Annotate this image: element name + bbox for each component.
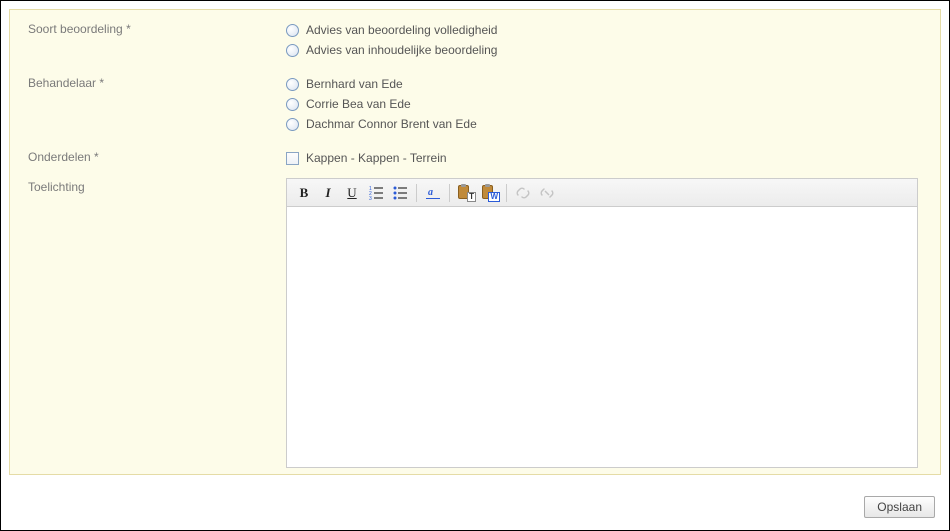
- option-label: Dachmar Connor Brent van Ede: [306, 117, 477, 131]
- field-behandelaar: Bernhard van Ede Corrie Bea van Ede Dach…: [286, 74, 922, 134]
- option-label: Corrie Bea van Ede: [306, 97, 411, 111]
- save-button[interactable]: Opslaan: [864, 496, 935, 518]
- editor-toolbar: B I U 1 2 3: [287, 179, 917, 207]
- row-soort: Soort beoordeling * Advies van beoordeli…: [28, 20, 922, 60]
- unlink-button[interactable]: [536, 182, 558, 204]
- rich-text-editor: B I U 1 2 3: [286, 178, 918, 468]
- field-toelichting: B I U 1 2 3: [286, 178, 922, 468]
- radio-icon: [286, 98, 299, 111]
- unordered-list-icon: [392, 185, 408, 201]
- field-soort: Advies van beoordeling volledigheid Advi…: [286, 20, 922, 60]
- behandelaar-option-0[interactable]: Bernhard van Ede: [286, 74, 922, 94]
- option-label: Advies van beoordeling volledigheid: [306, 23, 497, 37]
- italic-icon: I: [325, 185, 330, 201]
- underline-icon: U: [347, 185, 356, 201]
- toolbar-separator: [449, 184, 450, 202]
- radio-icon: [286, 118, 299, 131]
- link-button[interactable]: [512, 182, 534, 204]
- remove-format-icon: a: [426, 186, 440, 200]
- editor-textarea[interactable]: [287, 207, 917, 467]
- paste-text-icon: T: [458, 185, 474, 201]
- unlink-icon: [539, 185, 555, 201]
- toolbar-separator: [416, 184, 417, 202]
- bold-icon: B: [300, 185, 309, 201]
- option-label: Bernhard van Ede: [306, 77, 403, 91]
- paste-word-icon: W: [482, 185, 498, 201]
- paste-text-button[interactable]: T: [455, 182, 477, 204]
- unordered-list-button[interactable]: [389, 182, 411, 204]
- form-container: Soort beoordeling * Advies van beoordeli…: [0, 0, 950, 531]
- field-onderdelen: Kappen - Kappen - Terrein: [286, 148, 922, 168]
- ordered-list-button[interactable]: 1 2 3: [365, 182, 387, 204]
- label-toelichting: Toelichting: [28, 178, 286, 194]
- soort-option-1[interactable]: Advies van inhoudelijke beoordeling: [286, 40, 922, 60]
- behandelaar-option-2[interactable]: Dachmar Connor Brent van Ede: [286, 114, 922, 134]
- label-soort: Soort beoordeling *: [28, 20, 286, 36]
- form-panel: Soort beoordeling * Advies van beoordeli…: [9, 9, 941, 475]
- link-icon: [515, 185, 531, 201]
- bold-button[interactable]: B: [293, 182, 315, 204]
- svg-text:3: 3: [369, 196, 372, 201]
- behandelaar-option-1[interactable]: Corrie Bea van Ede: [286, 94, 922, 114]
- underline-button[interactable]: U: [341, 182, 363, 204]
- option-label: Advies van inhoudelijke beoordeling: [306, 43, 497, 57]
- radio-icon: [286, 44, 299, 57]
- label-onderdelen: Onderdelen *: [28, 148, 286, 164]
- remove-format-button[interactable]: a: [422, 182, 444, 204]
- row-behandelaar: Behandelaar * Bernhard van Ede Corrie Be…: [28, 74, 922, 134]
- onderdelen-option-0[interactable]: Kappen - Kappen - Terrein: [286, 148, 922, 168]
- row-onderdelen: Onderdelen * Kappen - Kappen - Terrein: [28, 148, 922, 168]
- toolbar-separator: [506, 184, 507, 202]
- italic-button[interactable]: I: [317, 182, 339, 204]
- label-behandelaar: Behandelaar *: [28, 74, 286, 90]
- option-label: Kappen - Kappen - Terrein: [306, 151, 447, 165]
- checkbox-icon: [286, 152, 299, 165]
- ordered-list-icon: 1 2 3: [368, 185, 384, 201]
- radio-icon: [286, 24, 299, 37]
- row-toelichting: Toelichting B I U: [28, 178, 922, 468]
- soort-option-0[interactable]: Advies van beoordeling volledigheid: [286, 20, 922, 40]
- button-row: Opslaan: [864, 496, 935, 518]
- radio-icon: [286, 78, 299, 91]
- paste-word-button[interactable]: W: [479, 182, 501, 204]
